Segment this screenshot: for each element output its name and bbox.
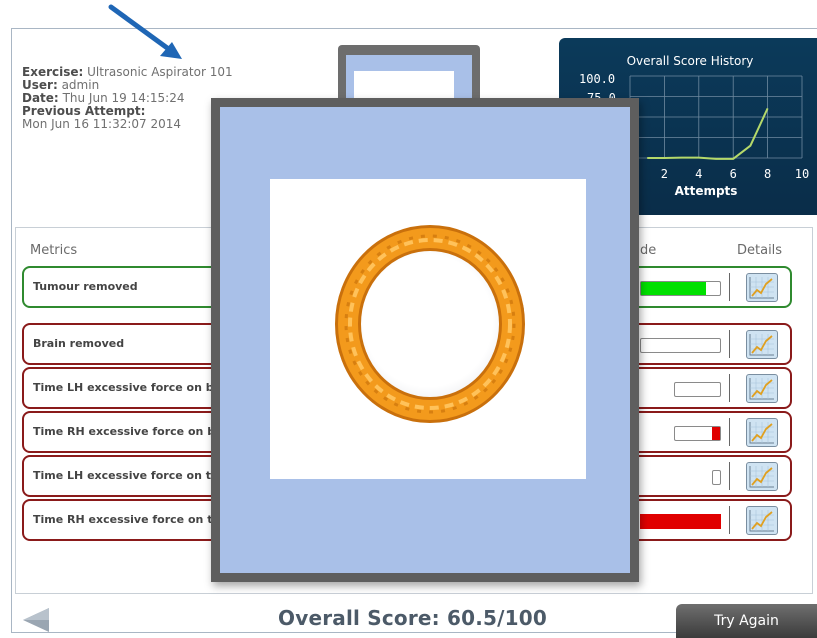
- grade-bar: [674, 382, 721, 397]
- grade-bar: [712, 470, 721, 485]
- grade-bar: [640, 338, 721, 353]
- overall-score: Overall Score: 60.5/100: [278, 606, 548, 630]
- image-popup[interactable]: [211, 98, 639, 582]
- details-chart-icon[interactable]: [746, 462, 778, 491]
- metric-label: Time LH excessive force on tum: [33, 469, 231, 482]
- history-x-tick: 8: [764, 167, 771, 181]
- back-arrow-icon[interactable]: [21, 605, 51, 635]
- grade-bar: [674, 426, 721, 441]
- try-again-button[interactable]: Try Again: [676, 604, 817, 638]
- thumbnail-image: [354, 71, 454, 101]
- details-chart-icon[interactable]: [746, 418, 778, 447]
- history-grid: [629, 75, 803, 159]
- grade-column-header: de: [640, 243, 657, 258]
- history-x-tick: 2: [661, 167, 668, 181]
- row-divider: [729, 506, 730, 534]
- metric-label: Tumour removed: [33, 280, 138, 293]
- metric-label: Time RH excessive force on tum: [33, 513, 232, 526]
- row-divider: [729, 330, 730, 358]
- details-chart-icon[interactable]: [746, 330, 778, 359]
- popup-result-image: [270, 179, 586, 479]
- date-label: Date:: [22, 91, 59, 105]
- user-value: admin: [61, 78, 100, 92]
- previous-attempt-label: Previous Attempt:: [22, 104, 146, 118]
- score-history-line: [647, 107, 769, 160]
- row-divider: [729, 374, 730, 402]
- grade-bar-fill: [641, 282, 706, 295]
- grade-bar: [640, 514, 721, 529]
- metrics-column-header: Metrics: [30, 243, 78, 258]
- details-column-header: Details: [737, 243, 783, 258]
- history-x-tick: 4: [695, 167, 702, 181]
- history-x-ticks: 2 4 6 8 10: [661, 167, 809, 181]
- grade-bar-fill: [640, 514, 721, 529]
- row-divider: [729, 418, 730, 446]
- history-x-tick: 10: [795, 167, 809, 181]
- y-tick-100: 100.0: [579, 72, 615, 86]
- exercise-info: Exercise: Ultrasonic Aspirator 101 User:…: [22, 66, 233, 131]
- metric-label: Brain removed: [33, 337, 125, 350]
- metric-label: Time LH excessive force on brai: [33, 381, 231, 394]
- tumour-ring-image: [335, 225, 525, 423]
- row-divider: [729, 273, 730, 301]
- user-label: User:: [22, 78, 58, 92]
- annotation-arrow-icon: [108, 4, 182, 59]
- details-chart-icon[interactable]: [746, 506, 778, 535]
- history-title: Overall Score History: [627, 54, 754, 68]
- previous-attempt-value: Mon Jun 16 11:32:07 2014: [22, 117, 182, 131]
- details-chart-icon[interactable]: [746, 273, 778, 302]
- grade-bar-fill: [712, 427, 720, 440]
- history-x-tick: 6: [730, 167, 737, 181]
- exercise-value: Ultrasonic Aspirator 101: [87, 65, 233, 79]
- exercise-label: Exercise:: [22, 65, 84, 79]
- metric-label: Time RH excessive force on brai: [33, 425, 232, 438]
- grade-bar: [640, 281, 721, 296]
- details-chart-icon[interactable]: [746, 374, 778, 403]
- row-divider: [729, 462, 730, 490]
- history-x-label: Attempts: [675, 184, 738, 198]
- date-value: Thu Jun 19 14:15:24: [62, 91, 185, 105]
